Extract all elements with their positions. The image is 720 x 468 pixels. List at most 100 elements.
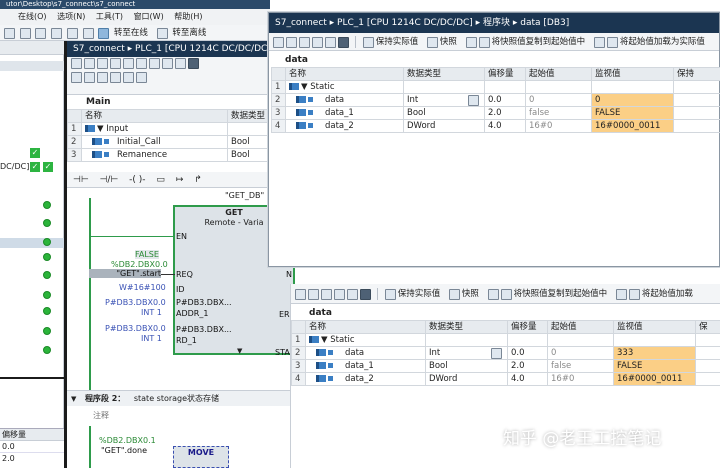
var-name[interactable]: data_2 [285, 119, 404, 133]
menu-window[interactable]: 窗口(W) [134, 12, 164, 21]
nc-contact-icon[interactable]: ⊣/⊢ [100, 175, 119, 185]
monitor-icon[interactable] [188, 58, 199, 69]
var-start[interactable]: false [525, 106, 592, 120]
table-row[interactable]: 2 data Int 0.0 0 333 [291, 346, 720, 360]
collapse-icon[interactable] [347, 288, 358, 300]
var-name[interactable]: data_1 [305, 359, 426, 373]
dropdown-arrow-icon[interactable]: ▼ [237, 347, 242, 355]
expand-icon[interactable] [162, 58, 173, 69]
var-start[interactable]: 16#0 [547, 372, 614, 386]
device-label[interactable]: DC/DC] [0, 162, 29, 171]
box-icon[interactable] [84, 72, 95, 83]
load-start-button[interactable]: 将起始值加载为实际值 [620, 37, 705, 47]
var-type[interactable]: Int [425, 346, 508, 360]
snapshot-icon[interactable] [426, 36, 438, 48]
move-block[interactable]: MOVE [173, 446, 229, 468]
add-row-icon[interactable] [286, 36, 297, 48]
no-contact-icon[interactable]: ⊣⊢ [73, 175, 89, 185]
move-up-icon[interactable] [110, 58, 121, 69]
close-branch-icon[interactable] [110, 72, 121, 83]
var-start[interactable] [525, 80, 592, 94]
var-name[interactable]: ▼ Static [285, 80, 404, 94]
favorites-icon[interactable] [71, 72, 82, 83]
table-row[interactable]: 3 Remanence Bool [67, 148, 270, 162]
table-row[interactable]: 4 data_2 DWord 4.0 16#0 16#0000_0011 [291, 372, 720, 386]
copy-snapshot-icon[interactable] [487, 288, 499, 300]
load-start-icon-2[interactable] [628, 288, 640, 300]
table-row[interactable]: 1 ▼ Static [271, 80, 720, 94]
interface-type[interactable]: Bool [227, 148, 270, 162]
interface-name[interactable]: Remanence [81, 148, 228, 162]
var-type[interactable] [425, 333, 508, 347]
snapshot-button[interactable]: 快照 [440, 37, 457, 47]
undo-icon[interactable] [19, 27, 31, 39]
var-start[interactable]: 0 [547, 346, 614, 360]
var-name[interactable]: ▼ Static [305, 333, 426, 347]
var-retain[interactable] [673, 106, 720, 120]
delete-icon[interactable] [4, 27, 15, 39]
collapse-icon[interactable] [175, 58, 186, 69]
absolute-address-icon[interactable] [149, 58, 160, 69]
var-name[interactable]: data [285, 93, 404, 107]
var-start[interactable]: 0 [525, 93, 592, 107]
table-row[interactable]: 1 ▼ Static [291, 333, 720, 347]
keep-actual-button[interactable]: 保持实际值 [376, 37, 419, 47]
add-row-icon[interactable] [308, 288, 319, 300]
network-2-comment-field[interactable]: 注释 [93, 410, 109, 421]
add-row-icon[interactable] [84, 58, 95, 69]
upload-icon[interactable] [82, 27, 94, 39]
insert-row-icon[interactable] [71, 58, 82, 69]
req-tag[interactable]: "GET".start [89, 269, 161, 278]
var-retain[interactable] [673, 93, 720, 107]
snapshot-button[interactable]: 快照 [462, 289, 479, 299]
var-type[interactable]: Bool [403, 106, 485, 120]
done-tag[interactable]: "GET".done [101, 446, 147, 455]
var-start[interactable] [547, 333, 614, 347]
var-type[interactable]: Int [403, 93, 485, 107]
var-retain[interactable] [695, 346, 720, 360]
menu-help[interactable]: 帮助(H) [174, 12, 202, 21]
empty-box-icon[interactable]: ▭ [156, 175, 165, 185]
var-type[interactable] [403, 80, 485, 94]
close-branch-icon[interactable]: ↱ [194, 175, 202, 185]
copy-snapshot-button[interactable]: 将快照值复制到起始值中 [492, 37, 586, 47]
copy-snapshot-button[interactable]: 将快照值复制到起始值中 [514, 289, 608, 299]
keep-actual-icon[interactable] [362, 36, 374, 48]
load-start-icon[interactable] [593, 36, 605, 48]
load-start-button[interactable]: 将起始值加载 [642, 289, 693, 299]
var-name[interactable]: data_2 [305, 372, 426, 386]
var-retain[interactable] [673, 80, 720, 94]
interface-type[interactable] [227, 122, 270, 136]
go-online-icon[interactable] [98, 27, 110, 39]
var-type[interactable]: Bool [425, 359, 508, 373]
delete-row-icon[interactable] [321, 288, 332, 300]
coil-icon[interactable]: -( )- [129, 175, 145, 185]
network-icon[interactable] [136, 58, 147, 69]
insert-row-icon[interactable] [273, 36, 284, 48]
insert-row-icon[interactable] [295, 288, 306, 300]
var-type[interactable]: DWord [425, 372, 508, 386]
go-online-button[interactable]: 转至在线 [114, 28, 148, 38]
var-type[interactable]: DWord [403, 119, 485, 133]
go-offline-button[interactable]: 转至离线 [172, 28, 206, 38]
type-picker-icon[interactable] [468, 95, 479, 106]
table-row[interactable]: 3 data_1 Bool 2.0 false FALSE [291, 359, 720, 373]
type-picker-icon[interactable] [491, 348, 502, 359]
move-down-icon[interactable] [123, 58, 134, 69]
connect-icon[interactable] [123, 72, 134, 83]
load-start-icon[interactable] [615, 288, 627, 300]
var-name[interactable]: data_1 [285, 106, 404, 120]
expand-icon[interactable] [312, 36, 323, 48]
var-start[interactable]: 16#0 [525, 119, 592, 133]
interface-type[interactable]: Bool [227, 135, 270, 149]
monitor-icon[interactable] [338, 36, 349, 48]
table-row[interactable]: 2 data Int 0.0 0 0 [271, 93, 720, 107]
load-start-icon-2[interactable] [606, 36, 618, 48]
menu-tools[interactable]: 工具(T) [96, 12, 123, 21]
interface-name[interactable]: Initial_Call [81, 135, 228, 149]
var-name[interactable]: data [305, 346, 426, 360]
expand-icon[interactable] [334, 288, 345, 300]
keep-actual-icon[interactable] [384, 288, 396, 300]
collapse-icon[interactable] [325, 36, 336, 48]
selected-tree-row[interactable] [0, 238, 64, 248]
